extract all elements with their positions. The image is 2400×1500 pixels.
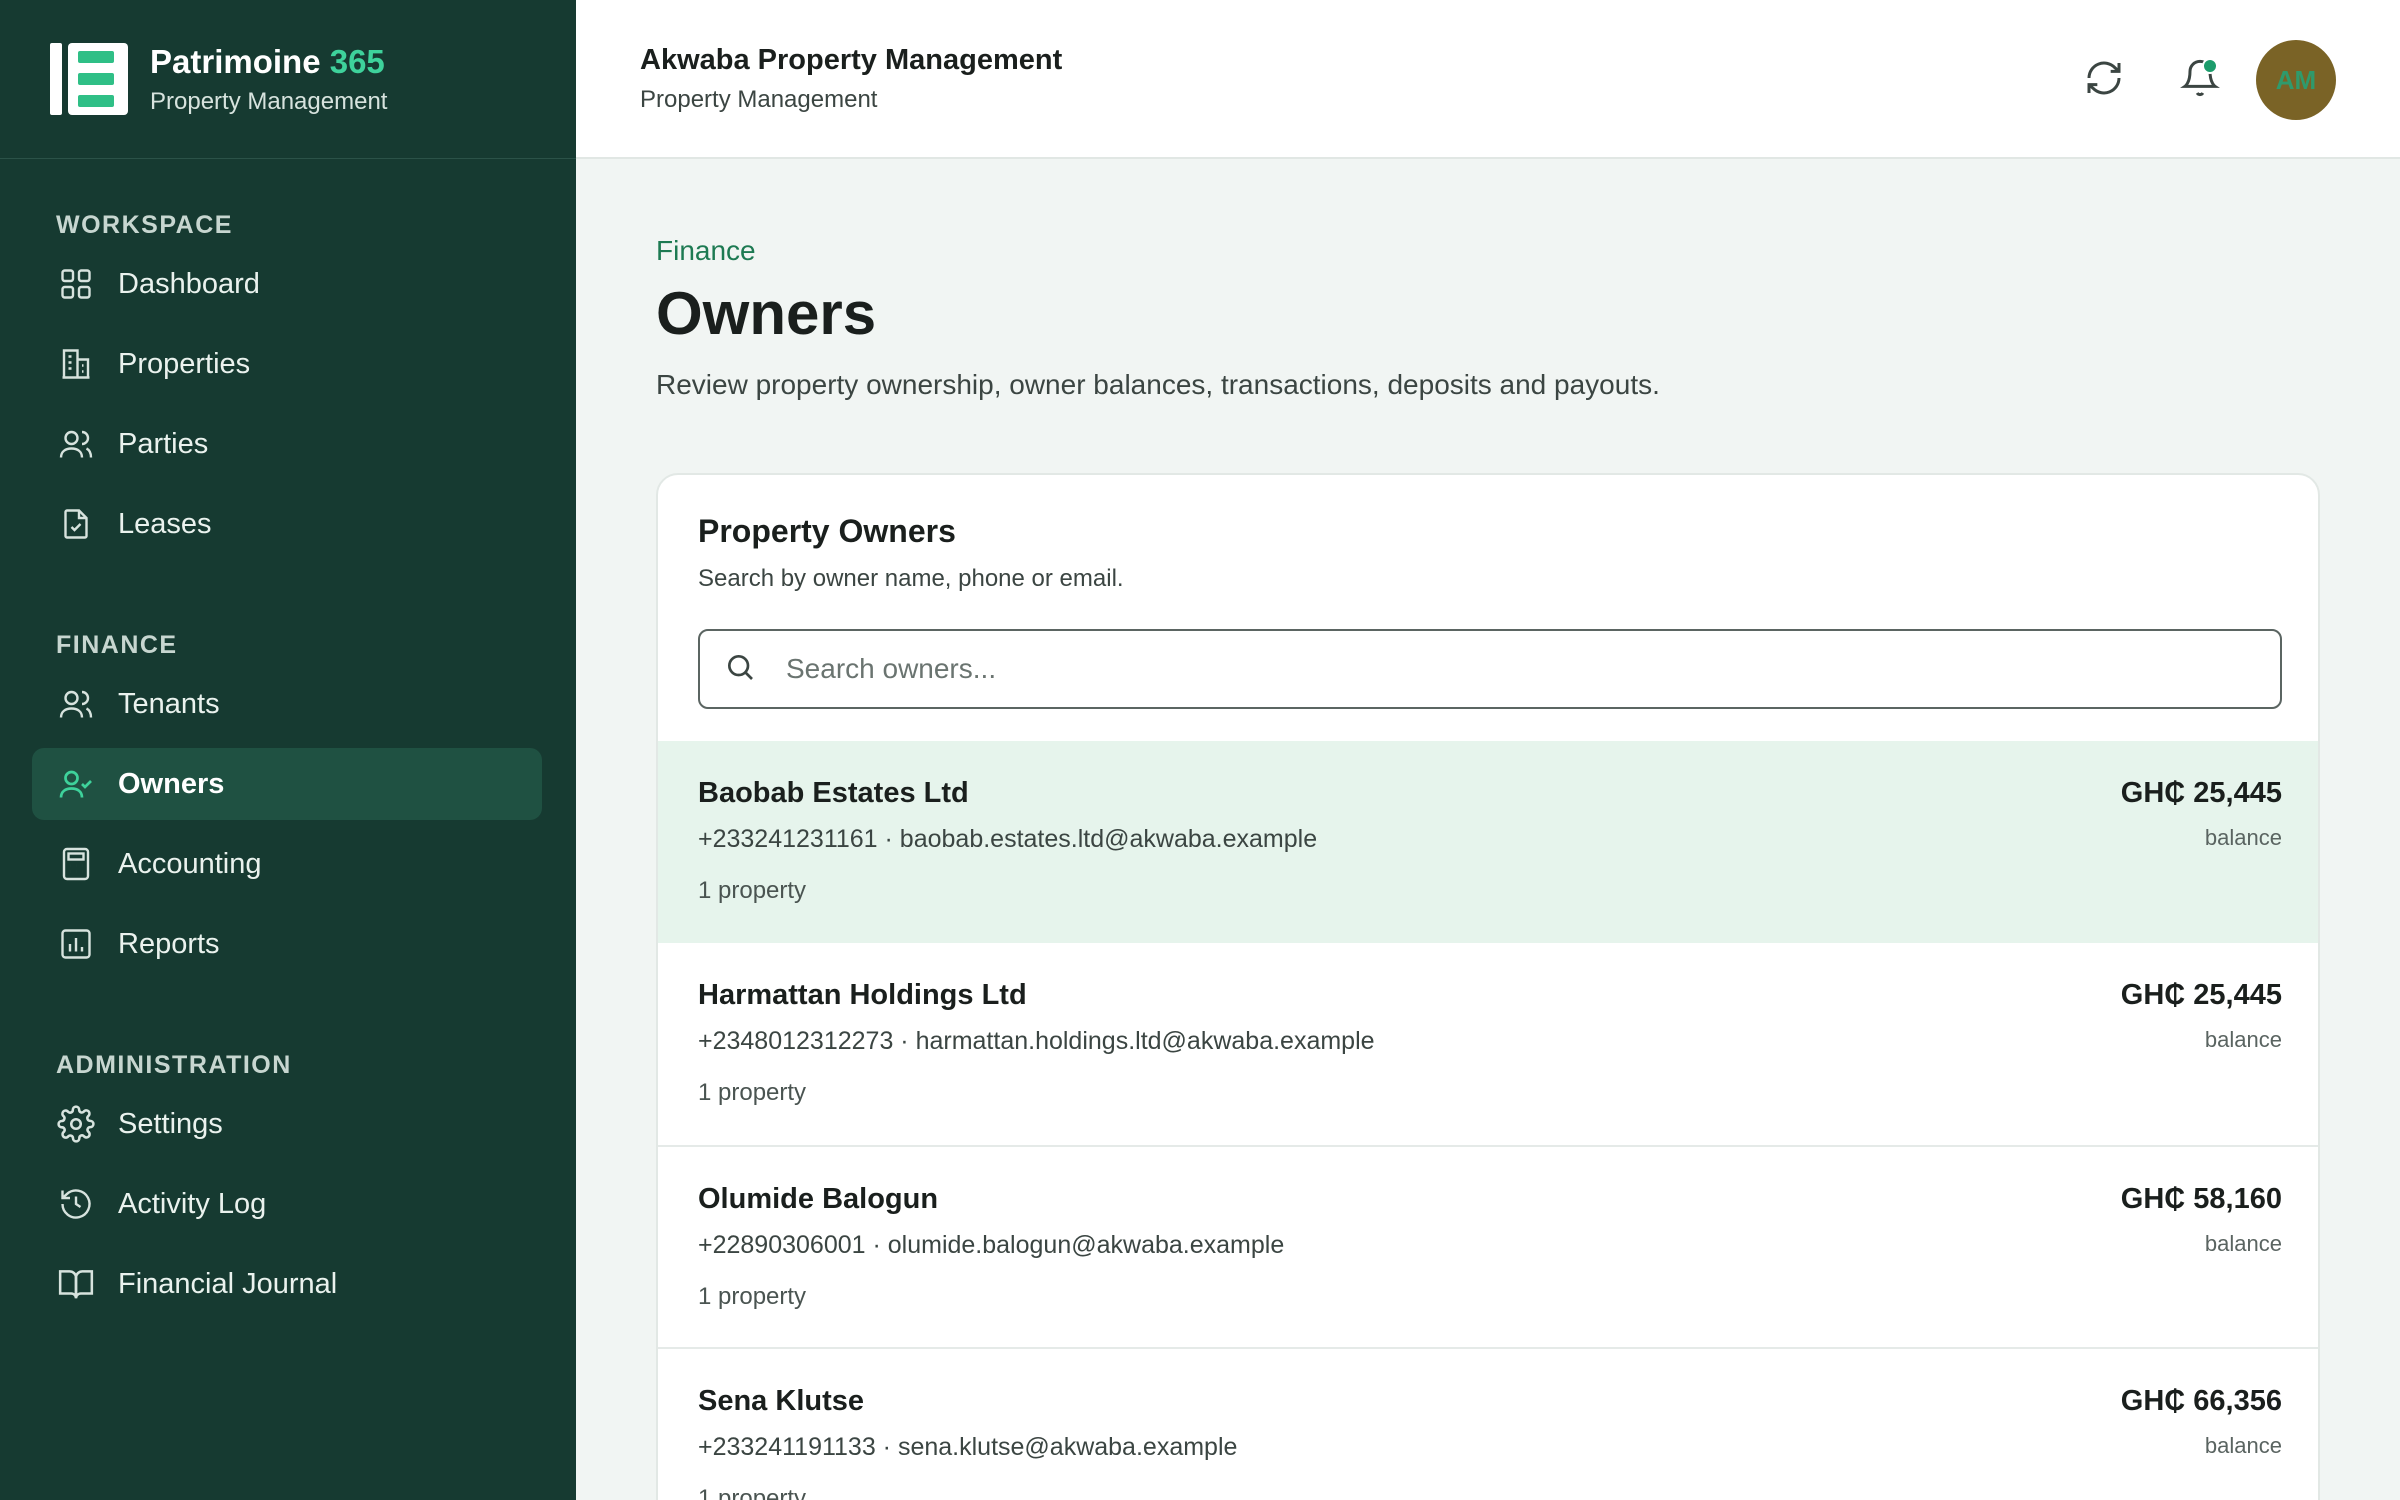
sidebar-item-label: Leases	[118, 507, 212, 540]
building-icon	[56, 344, 96, 384]
user-check-icon	[56, 764, 96, 804]
users-icon	[56, 424, 96, 464]
nav-heading-administration: ADMINISTRATION	[56, 1051, 292, 1079]
owner-contact: +233241231161 · baobab.estates.ltd@akwab…	[698, 825, 1318, 853]
bar-chart-icon	[56, 924, 96, 964]
owner-contact: +2348012312273 · harmattan.holdings.ltd@…	[698, 1027, 1375, 1055]
org-subtitle: Property Management	[640, 86, 878, 113]
owner-balance: GH₵ 66,356	[2120, 1385, 2282, 1417]
logo-icon	[50, 43, 128, 115]
owner-balance: GH₵ 58,160	[2120, 1183, 2282, 1215]
refresh-button[interactable]	[2072, 48, 2136, 112]
card-title: Property Owners	[698, 513, 956, 549]
avatar[interactable]: AM	[2256, 40, 2336, 120]
top-header: Akwaba Property Management Property Mana…	[576, 0, 2400, 159]
users-icon	[56, 684, 96, 724]
sidebar-item-label: Properties	[118, 347, 251, 380]
sidebar-item-accounting[interactable]: Accounting	[32, 828, 542, 900]
owner-balance: GH₵ 25,445	[2120, 777, 2282, 809]
sidebar-item-label: Owners	[118, 767, 225, 800]
owner-row-harmattan-holdings[interactable]: Harmattan Holdings Ltd +2348012312273 · …	[658, 943, 2318, 1145]
main-content: Finance Owners Review property ownership…	[576, 161, 2400, 1500]
brand[interactable]: Patrimoine 365 Property Management	[0, 0, 576, 159]
nav-heading-workspace: WORKSPACE	[56, 211, 233, 239]
sidebar-item-label: Parties	[118, 427, 209, 460]
search-box[interactable]	[698, 629, 2282, 709]
sidebar-item-reports[interactable]: Reports	[32, 908, 542, 980]
sidebar-item-label: Dashboard	[118, 267, 260, 300]
brand-subtitle: Property Management	[150, 88, 388, 115]
page-title: Owners	[656, 280, 877, 347]
owner-balance-label: balance	[2204, 1231, 2282, 1256]
owner-property-count: 1 property	[698, 1283, 807, 1310]
refresh-icon	[2084, 58, 2124, 103]
nav-section-administration: ADMINISTRATION Settings Activity Log Fin…	[0, 1048, 576, 1320]
owner-name: Baobab Estates Ltd	[698, 777, 969, 809]
owner-row-olumide-balogun[interactable]: Olumide Balogun +22890306001 · olumide.b…	[658, 1145, 2318, 1347]
file-check-icon	[56, 504, 96, 544]
owner-name: Olumide Balogun	[698, 1183, 939, 1215]
sidebar-item-tenants[interactable]: Tenants	[32, 668, 542, 740]
sidebar-item-dashboard[interactable]: Dashboard	[32, 248, 542, 320]
notification-dot	[2202, 58, 2218, 74]
owner-row-baobab-estates[interactable]: Baobab Estates Ltd +233241231161 · baoba…	[658, 741, 2318, 943]
owners-card: Property Owners Search by owner name, ph…	[656, 473, 2320, 1500]
page-eyebrow: Finance	[656, 235, 756, 266]
grid-icon	[56, 264, 96, 304]
nav-heading-finance: FINANCE	[56, 631, 178, 659]
owners-list: Baobab Estates Ltd +233241231161 · baoba…	[658, 741, 2318, 1500]
search-input[interactable]	[786, 653, 2236, 685]
owner-balance: GH₵ 25,445	[2120, 979, 2282, 1011]
owner-name: Harmattan Holdings Ltd	[698, 979, 1027, 1011]
sidebar-item-label: Tenants	[118, 687, 220, 720]
book-icon	[56, 1264, 96, 1304]
owner-contact: +233241191133 · sena.klutse@akwaba.examp…	[698, 1433, 1238, 1461]
owner-balance-label: balance	[2204, 825, 2282, 850]
sidebar-item-label: Settings	[118, 1107, 223, 1140]
calculator-icon	[56, 844, 96, 884]
history-icon	[56, 1184, 96, 1224]
card-subtitle: Search by owner name, phone or email.	[698, 565, 1124, 592]
sidebar-item-label: Activity Log	[118, 1187, 267, 1220]
sidebar-item-label: Financial Journal	[118, 1267, 338, 1300]
owner-contact: +22890306001 · olumide.balogun@akwaba.ex…	[698, 1231, 1285, 1259]
sidebar-item-activity-log[interactable]: Activity Log	[32, 1168, 542, 1240]
sidebar-item-label: Accounting	[118, 847, 262, 880]
sidebar-item-properties[interactable]: Properties	[32, 328, 542, 400]
brand-name-accent: 365	[329, 43, 385, 80]
brand-name: Patrimoine 365	[150, 43, 385, 80]
sidebar-item-parties[interactable]: Parties	[32, 408, 542, 480]
search-icon	[724, 651, 756, 688]
notifications-button[interactable]	[2168, 48, 2232, 112]
sidebar: Patrimoine 365 Property Management WORKS…	[0, 0, 576, 1500]
org-title: Akwaba Property Management	[640, 44, 1063, 76]
gear-icon	[56, 1104, 96, 1144]
owner-name: Sena Klutse	[698, 1385, 864, 1417]
owner-property-count: 1 property	[698, 1079, 807, 1106]
sidebar-item-owners[interactable]: Owners	[32, 748, 542, 820]
sidebar-item-settings[interactable]: Settings	[32, 1088, 542, 1160]
owner-balance-label: balance	[2204, 1433, 2282, 1458]
sidebar-item-leases[interactable]: Leases	[32, 488, 542, 560]
sidebar-item-label: Reports	[118, 927, 220, 960]
sidebar-item-financial-journal[interactable]: Financial Journal	[32, 1248, 542, 1320]
nav-section-finance: FINANCE Tenants Owners Accounting Report…	[0, 628, 576, 980]
nav-section-workspace: WORKSPACE Dashboard Properties Parties L…	[0, 208, 576, 560]
owner-balance-label: balance	[2204, 1027, 2282, 1052]
owner-property-count: 1 property	[698, 1485, 807, 1500]
page-description: Review property ownership, owner balance…	[656, 369, 1660, 400]
owner-row-sena-klutse[interactable]: Sena Klutse +233241191133 · sena.klutse@…	[658, 1347, 2318, 1500]
owner-property-count: 1 property	[698, 877, 807, 904]
